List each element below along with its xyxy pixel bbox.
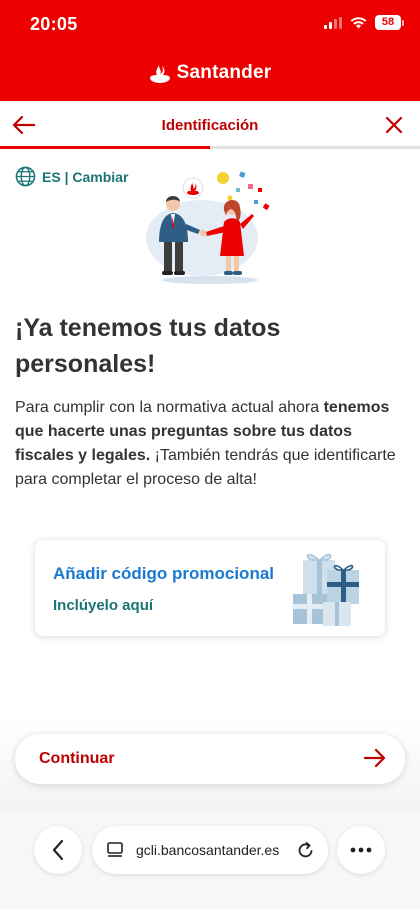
language-switch[interactable]: ES | Cambiar	[15, 166, 128, 187]
headline-line-1: ¡Ya tenemos tus datos	[15, 314, 281, 342]
signal-icon	[324, 16, 342, 29]
more-options-button[interactable]	[337, 826, 385, 874]
promo-code-card[interactable]: Añadir código promocional Inclúyelo aquí	[35, 540, 385, 636]
more-icon	[350, 847, 372, 853]
tab-icon	[107, 842, 123, 857]
status-bar: 20:05 58	[0, 0, 420, 50]
status-time: 20:05	[30, 14, 78, 34]
address-bar[interactable]: gcli.bancosantander.es	[92, 826, 328, 874]
browser-back-button[interactable]	[34, 826, 82, 874]
close-icon	[385, 116, 403, 134]
gift-boxes-icon	[293, 553, 359, 626]
close-button[interactable]	[380, 111, 408, 139]
brand-name: Santander	[176, 62, 272, 83]
promo-subtitle: Inclúyelo aquí	[53, 597, 154, 614]
wifi-icon	[350, 16, 367, 28]
promo-title: Añadir código promocional	[53, 564, 275, 583]
headline-line-2: personales!	[15, 350, 156, 378]
globe-icon	[15, 166, 36, 187]
chevron-left-icon	[52, 839, 64, 861]
battery-level: 58	[375, 15, 401, 30]
progress-bar	[0, 146, 420, 149]
page-title: Identificación	[161, 117, 259, 134]
body-text-part-1: Para cumplir con la normativa actual aho…	[15, 399, 324, 416]
reload-icon[interactable]	[296, 840, 316, 860]
arrow-right-icon	[363, 748, 386, 768]
title-bar: Identificación	[0, 101, 420, 149]
url-text: gcli.bancosantander.es	[136, 842, 280, 858]
page-headline: ¡Ya tenemos tus datos personales!	[15, 310, 405, 382]
santander-flame-icon	[149, 64, 170, 83]
handshake-illustration	[146, 171, 270, 284]
continue-label: Continuar	[39, 750, 115, 767]
app-header: 20:05 58 Santander	[0, 0, 420, 101]
progress-fill	[0, 146, 210, 149]
brand-logo: Santander	[0, 62, 420, 84]
battery-icon: 58	[375, 15, 404, 30]
body-paragraph: Para cumplir con la normativa actual aho…	[15, 396, 405, 492]
status-icons: 58	[324, 15, 404, 30]
language-label: ES | Cambiar	[42, 168, 129, 185]
continue-button[interactable]: Continuar	[15, 734, 405, 784]
